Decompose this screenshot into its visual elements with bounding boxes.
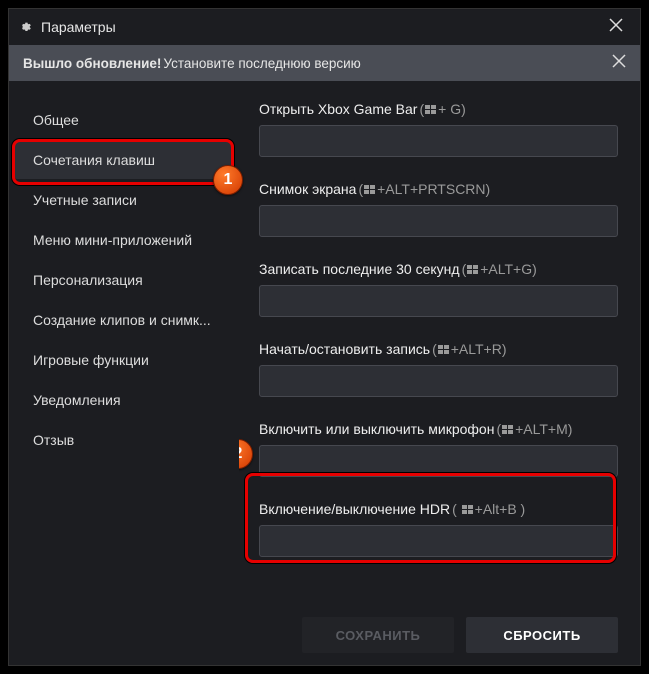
tab-label: Игровые функции xyxy=(33,352,149,368)
shortcut-text: (+ALT+M) xyxy=(496,421,572,437)
field-label: Открыть Xbox Game Bar (+ G) xyxy=(259,101,618,117)
field-toggle-mic: Включить или выключить микрофон (+ALT+M) xyxy=(259,421,618,477)
field-toggle-hdr: Включение/выключение HDR ( +Alt+B ) xyxy=(259,501,618,557)
windows-key-icon xyxy=(467,265,479,275)
shortcut-input[interactable] xyxy=(259,125,618,157)
shortcut-text: (+ALT+PRTSCRN) xyxy=(358,181,490,197)
field-label: Начать/остановить запись (+ALT+R) xyxy=(259,341,618,357)
annotation-badge-2: 2 xyxy=(239,439,253,469)
field-label: Включить или выключить микрофон (+ALT+M) xyxy=(259,421,618,437)
shortcut-text: (+ALT+R) xyxy=(432,341,506,357)
field-start-stop-record: Начать/остановить запись (+ALT+R) xyxy=(259,341,618,397)
update-banner: Вышло обновление! Установите последнюю в… xyxy=(9,45,640,81)
body: Общее Сочетания клавиш Учетные записи Ме… xyxy=(9,81,640,665)
tab-label: Персонализация xyxy=(33,272,143,288)
tab-widgets-menu[interactable]: Меню мини-приложений xyxy=(15,221,233,259)
tab-accounts[interactable]: Учетные записи xyxy=(15,181,233,219)
label-text: Записать последние 30 секунд xyxy=(259,261,460,277)
tab-label: Отзыв xyxy=(33,432,74,448)
window-title: Параметры xyxy=(41,19,602,35)
tab-label: Учетные записи xyxy=(33,192,137,208)
shortcut-input[interactable] xyxy=(259,525,618,557)
label-text: Начать/остановить запись xyxy=(259,341,430,357)
shortcut-input[interactable] xyxy=(259,365,618,397)
label-text: Снимок экрана xyxy=(259,181,356,197)
button-label: СОХРАНИТЬ xyxy=(336,628,421,643)
field-label: Снимок экрана (+ALT+PRTSCRN) xyxy=(259,181,618,197)
banner-text: Установите последнюю версию xyxy=(163,56,612,71)
tab-feedback[interactable]: Отзыв xyxy=(15,421,233,459)
field-label: Записать последние 30 секунд (+ALT+G) xyxy=(259,261,618,277)
windows-key-icon xyxy=(502,425,514,435)
tab-label: Общее xyxy=(33,112,79,128)
gear-icon xyxy=(19,20,33,34)
label-text: Открыть Xbox Game Bar xyxy=(259,101,417,117)
shortcut-text: ( +Alt+B ) xyxy=(452,501,525,517)
windows-key-icon xyxy=(364,185,376,195)
tab-general[interactable]: Общее xyxy=(15,101,233,139)
tab-shortcuts[interactable]: Сочетания клавиш xyxy=(15,141,233,179)
banner-close-button[interactable] xyxy=(612,54,626,73)
windows-key-icon xyxy=(425,105,437,115)
button-label: СБРОСИТЬ xyxy=(503,628,580,643)
field-label: Включение/выключение HDR ( +Alt+B ) xyxy=(259,501,618,517)
settings-window: Параметры Вышло обновление! Установите п… xyxy=(8,8,641,666)
window-close-button[interactable] xyxy=(602,18,630,37)
save-button[interactable]: СОХРАНИТЬ xyxy=(302,617,454,653)
tab-label: Сочетания клавиш xyxy=(33,152,155,168)
windows-key-icon xyxy=(438,345,450,355)
tab-label: Уведомления xyxy=(33,392,121,408)
tab-label: Меню мини-приложений xyxy=(33,232,192,248)
field-record-last30: Записать последние 30 секунд (+ALT+G) xyxy=(259,261,618,317)
footer-buttons: СОХРАНИТЬ СБРОСИТЬ xyxy=(302,617,618,653)
shortcut-input[interactable] xyxy=(259,205,618,237)
label-text: Включить или выключить микрофон xyxy=(259,421,494,437)
label-text: Включение/выключение HDR xyxy=(259,501,450,517)
tab-captures[interactable]: Создание клипов и снимк... xyxy=(15,301,233,339)
field-open-gamebar: Открыть Xbox Game Bar (+ G) xyxy=(259,101,618,157)
titlebar: Параметры xyxy=(9,9,640,45)
tab-notifications[interactable]: Уведомления xyxy=(15,381,233,419)
tab-label: Создание клипов и снимк... xyxy=(33,312,211,328)
shortcut-text: (+ALT+G) xyxy=(462,261,537,277)
tab-personalization[interactable]: Персонализация xyxy=(15,261,233,299)
shortcut-input[interactable] xyxy=(259,285,618,317)
banner-bold: Вышло обновление! xyxy=(23,56,161,71)
tab-gaming[interactable]: Игровые функции xyxy=(15,341,233,379)
reset-button[interactable]: СБРОСИТЬ xyxy=(466,617,618,653)
content-panel: Открыть Xbox Game Bar (+ G) Снимок экран… xyxy=(239,81,640,665)
sidebar: Общее Сочетания клавиш Учетные записи Ме… xyxy=(9,81,239,665)
windows-key-icon xyxy=(462,505,474,515)
shortcut-text: (+ G) xyxy=(419,101,465,117)
shortcut-input[interactable] xyxy=(259,445,618,477)
field-screenshot: Снимок экрана (+ALT+PRTSCRN) xyxy=(259,181,618,237)
